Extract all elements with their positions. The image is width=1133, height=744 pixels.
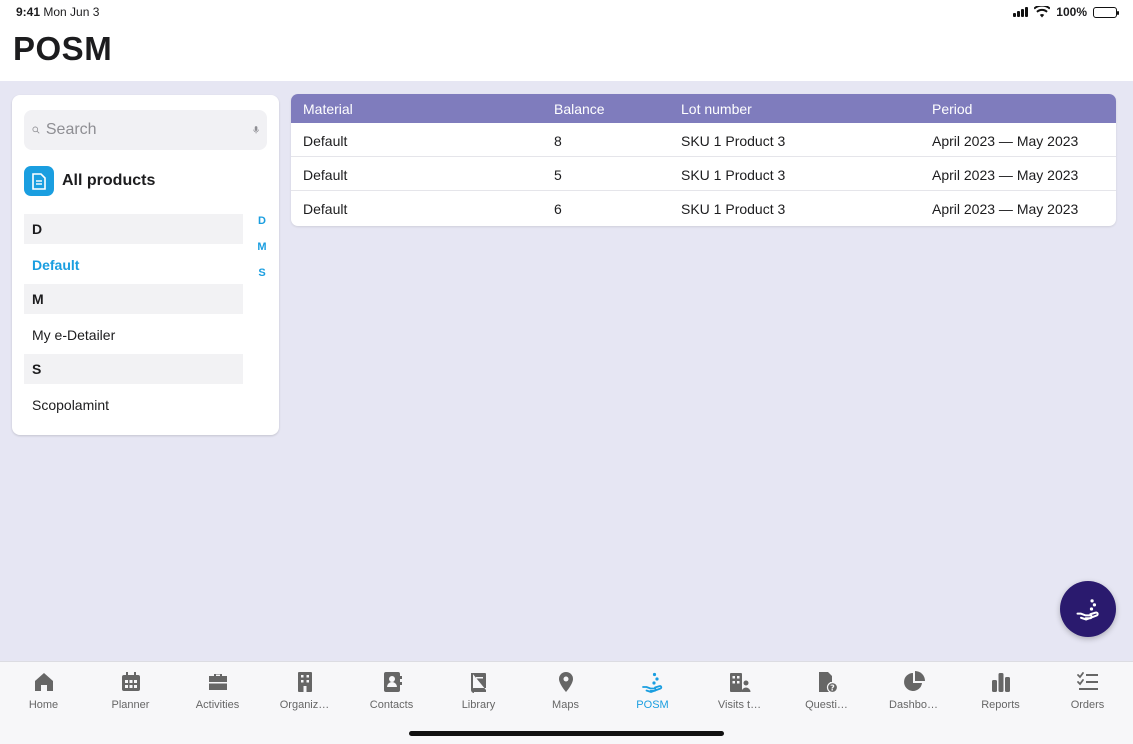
search-box[interactable] bbox=[24, 110, 267, 150]
cell-material: Default bbox=[303, 167, 348, 183]
index-letter-m[interactable]: M bbox=[256, 241, 268, 253]
cell-balance: 5 bbox=[554, 167, 562, 183]
cell-material: Default bbox=[303, 133, 348, 149]
list-item-default[interactable]: Default bbox=[32, 257, 79, 273]
page-title: POSM bbox=[13, 30, 113, 67]
map-pin-icon bbox=[558, 672, 573, 692]
search-icon bbox=[32, 126, 40, 134]
tab-posm[interactable]: POSM bbox=[609, 670, 696, 711]
document-icon bbox=[24, 166, 54, 196]
all-products-button[interactable]: All products bbox=[24, 166, 155, 196]
bar-chart-icon bbox=[991, 673, 1010, 692]
column-header-lot-number[interactable]: Lot number bbox=[681, 101, 752, 117]
list-item-my-e-detailer[interactable]: My e-Detailer bbox=[32, 327, 115, 343]
microphone-icon[interactable] bbox=[253, 120, 259, 140]
tab-maps[interactable]: Maps bbox=[522, 670, 609, 711]
tab-library[interactable]: Library bbox=[435, 670, 522, 711]
contacts-icon bbox=[383, 672, 402, 692]
all-products-label: All products bbox=[62, 172, 156, 189]
search-input[interactable] bbox=[45, 121, 253, 139]
column-header-balance[interactable]: Balance bbox=[554, 101, 605, 117]
tab-contacts[interactable]: Contacts bbox=[348, 670, 435, 711]
checklist-icon bbox=[1076, 672, 1098, 690]
list-item-scopolamint[interactable]: Scopolamint bbox=[32, 397, 109, 413]
battery-percent: 100% bbox=[1056, 5, 1087, 19]
product-sidebar: All products D Default M My e-Detailer S… bbox=[12, 95, 279, 435]
posm-table: Material Balance Lot number Period Defau… bbox=[291, 94, 1116, 226]
status-time: 9:41 Mon Jun 3 bbox=[16, 5, 100, 19]
index-letter-s[interactable]: S bbox=[256, 267, 268, 279]
status-indicators: 100% bbox=[1013, 5, 1119, 19]
column-header-period[interactable]: Period bbox=[932, 101, 972, 117]
tab-planner[interactable]: Planner bbox=[87, 670, 174, 711]
hand-drop-icon bbox=[1076, 599, 1099, 621]
question-doc-icon: ? bbox=[818, 672, 838, 694]
tab-organizations[interactable]: Organiz… bbox=[261, 670, 348, 711]
battery-icon bbox=[1093, 6, 1119, 18]
tab-dashboards[interactable]: Dashbo… bbox=[870, 670, 957, 711]
building-people-icon bbox=[729, 673, 750, 692]
table-row[interactable]: Default 8 SKU 1 Product 3 April 2023 — M… bbox=[291, 123, 1116, 157]
hand-drop-icon bbox=[641, 672, 662, 693]
table-row[interactable]: Default 5 SKU 1 Product 3 April 2023 — M… bbox=[291, 157, 1116, 191]
wifi-icon bbox=[1034, 6, 1051, 18]
home-indicator bbox=[409, 731, 724, 736]
home-icon bbox=[34, 673, 53, 691]
cell-period: April 2023 — May 2023 bbox=[932, 167, 1079, 183]
pie-chart-icon bbox=[903, 671, 925, 691]
briefcase-icon bbox=[208, 674, 227, 690]
tab-reports[interactable]: Reports bbox=[957, 670, 1044, 711]
book-icon bbox=[470, 673, 486, 693]
cell-material: Default bbox=[303, 201, 348, 217]
tab-home[interactable]: Home bbox=[0, 670, 87, 711]
table-header: Material Balance Lot number Period bbox=[291, 94, 1116, 123]
tab-questionnaires[interactable]: ? Questi… bbox=[783, 670, 870, 711]
signal-icon bbox=[1013, 7, 1029, 17]
calendar-icon bbox=[121, 672, 140, 691]
status-bar: 9:41 Mon Jun 3 100% bbox=[0, 0, 1133, 24]
cell-balance: 8 bbox=[554, 133, 562, 149]
tab-orders[interactable]: Orders bbox=[1044, 670, 1131, 711]
group-header-d: D bbox=[24, 214, 243, 244]
cell-lot-number: SKU 1 Product 3 bbox=[681, 201, 786, 217]
index-letter-d[interactable]: D bbox=[256, 215, 268, 227]
group-header-m: M bbox=[24, 284, 243, 314]
cell-balance: 6 bbox=[554, 201, 562, 217]
cell-period: April 2023 — May 2023 bbox=[932, 201, 1079, 217]
posm-action-button[interactable] bbox=[1060, 581, 1116, 637]
table-row[interactable]: Default 6 SKU 1 Product 3 April 2023 — M… bbox=[291, 191, 1116, 225]
group-header-s: S bbox=[24, 354, 243, 384]
svg-text:?: ? bbox=[830, 684, 835, 693]
tab-activities[interactable]: Activities bbox=[174, 670, 261, 711]
page-header: POSM bbox=[0, 24, 1133, 81]
building-icon bbox=[297, 672, 312, 692]
column-header-material[interactable]: Material bbox=[303, 101, 353, 117]
tab-visits[interactable]: Visits t… bbox=[696, 670, 783, 711]
cell-lot-number: SKU 1 Product 3 bbox=[681, 133, 786, 149]
cell-lot-number: SKU 1 Product 3 bbox=[681, 167, 786, 183]
cell-period: April 2023 — May 2023 bbox=[932, 133, 1079, 149]
